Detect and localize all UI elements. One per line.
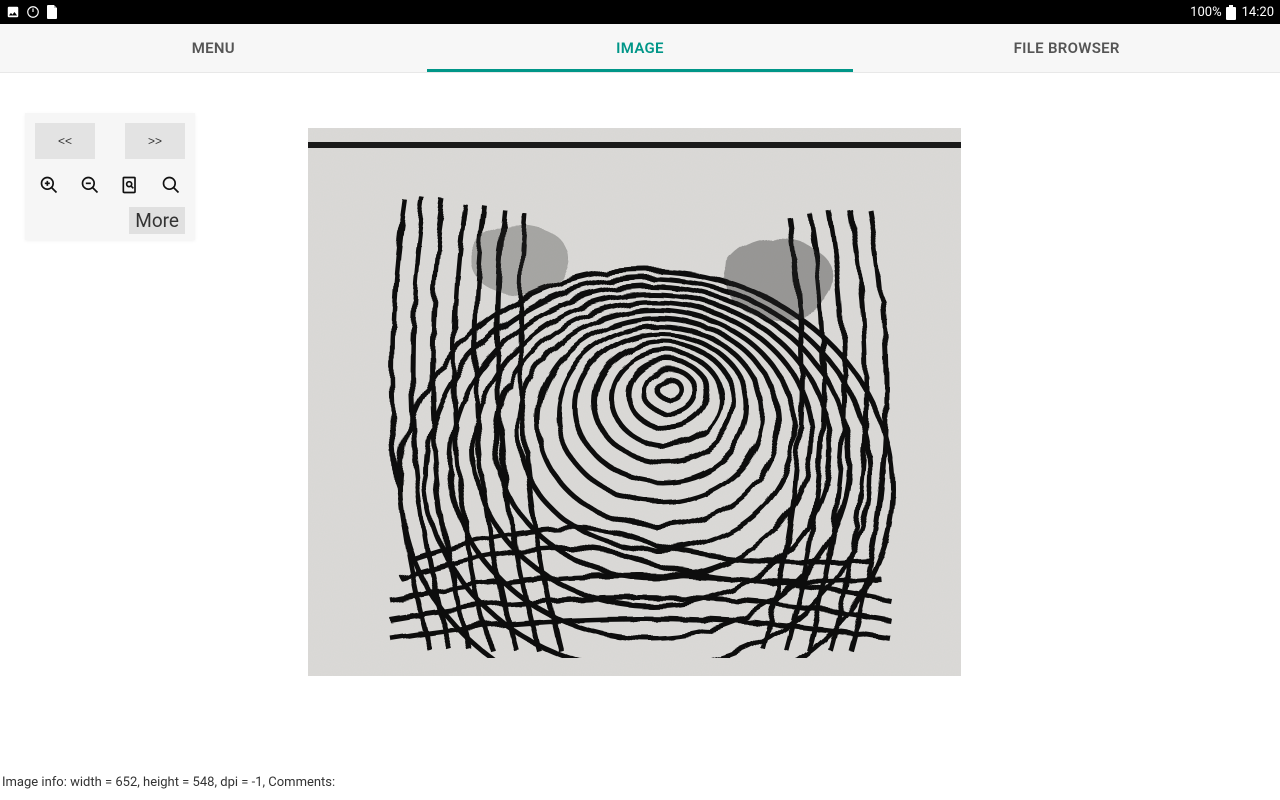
zoom-in-icon[interactable]: [37, 173, 61, 197]
next-button-label: >>: [148, 134, 162, 148]
image-viewport[interactable]: [308, 128, 961, 676]
tab-file-browser[interactable]: FILE BROWSER: [853, 24, 1280, 72]
tab-bar: MENU IMAGE FILE BROWSER: [0, 24, 1280, 73]
prev-button[interactable]: <<: [35, 123, 95, 159]
nav-row: << >>: [35, 123, 185, 159]
next-button[interactable]: >>: [125, 123, 185, 159]
search-icon[interactable]: [159, 173, 183, 197]
tab-menu-label: MENU: [192, 39, 235, 57]
control-panel: << >> More: [25, 113, 195, 240]
status-right: 100% 14:20: [1190, 5, 1274, 20]
content-area: << >> More: [0, 73, 1280, 800]
status-left: [6, 5, 58, 19]
battery-icon: [1226, 5, 1236, 20]
battery-percent: 100%: [1190, 5, 1221, 20]
tab-image-label: IMAGE: [616, 39, 664, 57]
doc-icon: [46, 5, 58, 19]
zoom-row: [35, 173, 185, 207]
picture-icon: [6, 5, 20, 19]
more-button-label: More: [135, 209, 179, 232]
more-row: More: [35, 207, 185, 234]
power-icon: [26, 5, 40, 19]
prev-button-label: <<: [58, 134, 72, 148]
fingerprint-image: [308, 128, 961, 676]
clock-time: 14:20: [1242, 5, 1274, 20]
status-bar: 100% 14:20: [0, 0, 1280, 24]
tab-file-browser-label: FILE BROWSER: [1014, 39, 1120, 57]
tab-menu[interactable]: MENU: [0, 24, 427, 72]
image-info-text: Image info: width = 652, height = 548, d…: [0, 775, 335, 790]
more-button[interactable]: More: [129, 207, 185, 234]
fit-page-icon[interactable]: [118, 173, 142, 197]
zoom-out-icon[interactable]: [78, 173, 102, 197]
tab-image[interactable]: IMAGE: [427, 24, 854, 72]
